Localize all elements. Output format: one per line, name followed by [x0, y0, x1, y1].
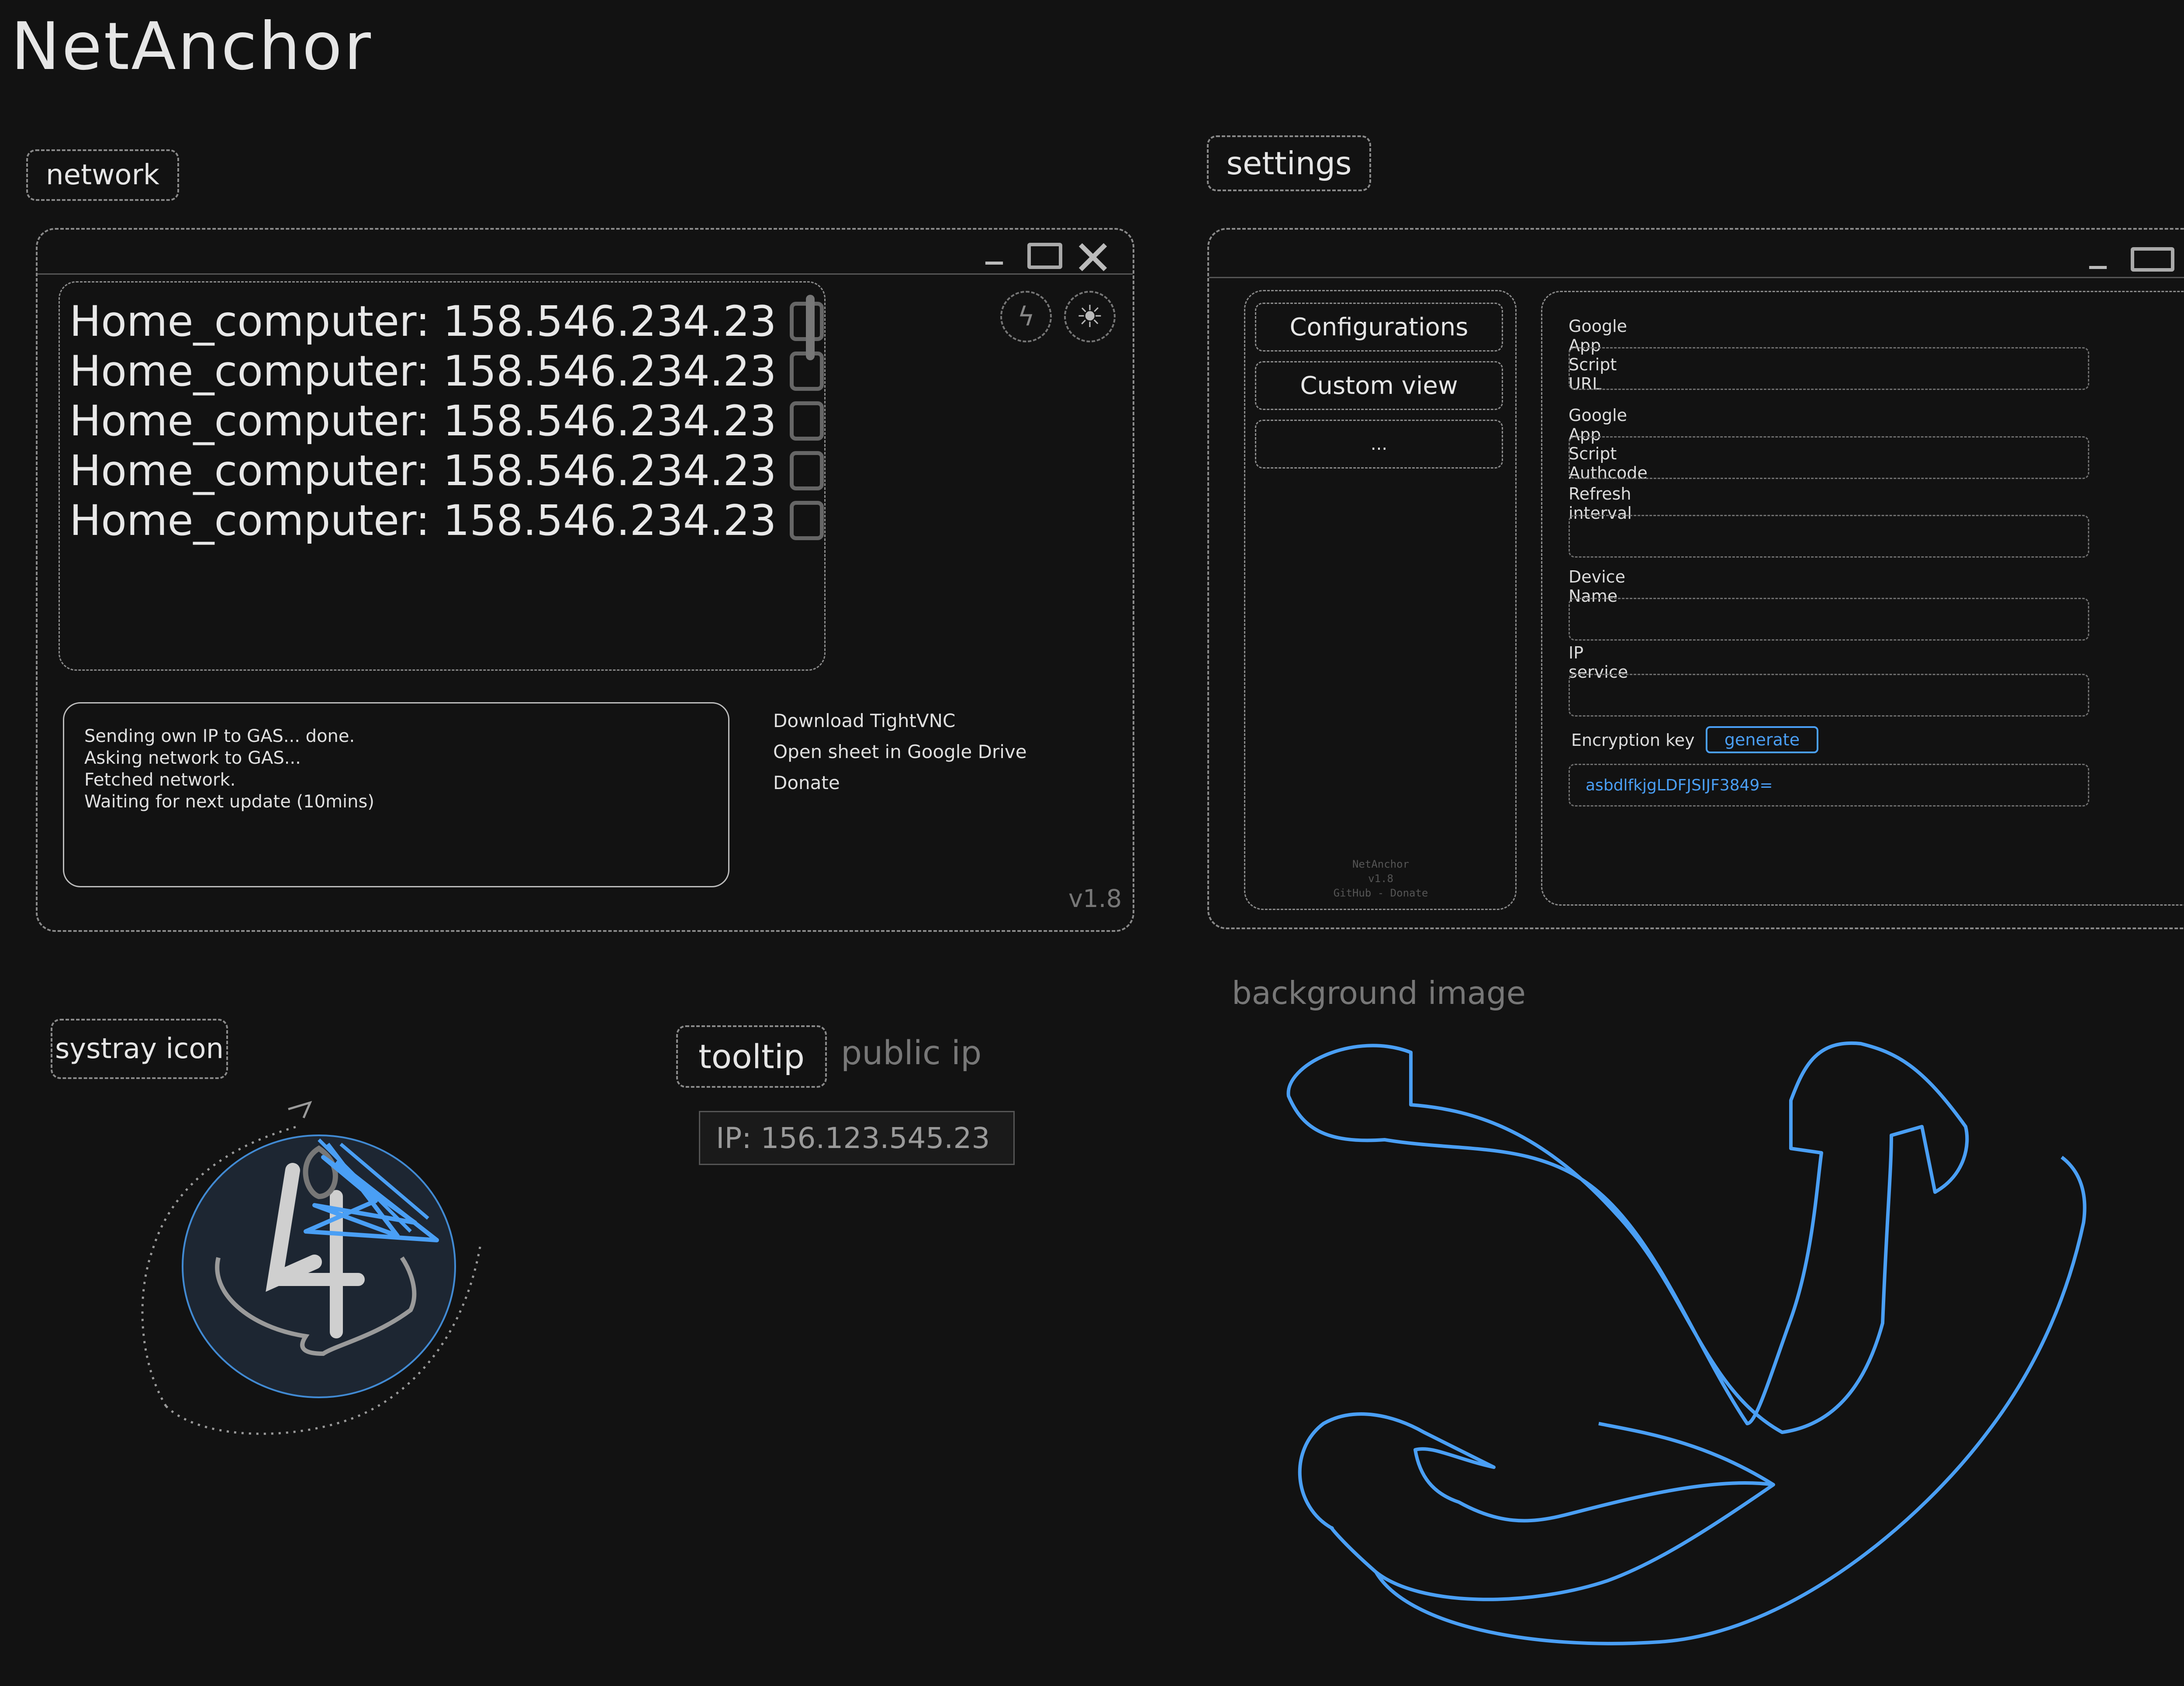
systray-anchor-icon [141, 1101, 482, 1435]
nav-configurations[interactable]: Configurations [1255, 303, 1503, 352]
nav-custom-view[interactable]: Custom view [1255, 361, 1503, 410]
status-log: Sending own IP to GAS... done. Asking net… [63, 702, 729, 887]
refresh-icon[interactable]: ϟ [1000, 291, 1052, 342]
settings-label: settings [1207, 135, 1371, 191]
footer-links[interactable]: GitHub - Donate [1245, 886, 1516, 900]
device-name: Home_computer: [69, 496, 430, 545]
log-lines: Sending own IP to GAS... done. Asking net… [84, 725, 708, 813]
device-name: Home_computer: [69, 446, 430, 495]
tooltip-box: IP: 156.123.545.23 [699, 1111, 1015, 1165]
settings-form: Google App Script URL Google App Script A… [1541, 291, 2184, 906]
app-title: NetAnchor [11, 9, 373, 85]
version-label: v1.8 [1068, 885, 1122, 913]
refresh-interval-field[interactable] [1569, 515, 2089, 558]
settings-window: – ✕ Configurations Custom view ... NetAn… [1207, 228, 2184, 929]
device-name-field[interactable] [1569, 598, 2089, 641]
log-line: Sending own IP to GAS... done. [84, 726, 355, 746]
footer-version: v1.8 [1368, 872, 1393, 885]
systray-label: systray icon [51, 1019, 228, 1079]
background-anchor-image [1286, 1041, 2087, 1645]
open-sheet-link[interactable]: Open sheet in Google Drive [773, 741, 1027, 762]
network-window: – ✕ Home_computer: 158.546.234.23 Home_com… [36, 228, 1134, 932]
device-name: Home_computer: [69, 347, 430, 396]
scrollbar[interactable] [806, 295, 815, 360]
network-row: Home_computer: 158.546.234.23 [69, 396, 824, 446]
background-image-label: background image [1232, 975, 1526, 1011]
network-list: Home_computer: 158.546.234.23 Home_compute… [59, 281, 826, 671]
maximize-icon[interactable] [2131, 247, 2174, 272]
network-label: network [26, 149, 179, 201]
settings-sidebar: Configurations Custom view ... NetAnchor… [1244, 290, 1517, 910]
network-row: Home_computer: 158.546.234.23 [69, 346, 824, 396]
theme-toggle-icon[interactable]: ☀ [1064, 291, 1116, 342]
ip-service-field[interactable] [1569, 674, 2089, 717]
device-ip: 158.546.234.23 [443, 446, 777, 495]
tooltip-note: public ip [841, 1033, 982, 1072]
device-ip: 158.546.234.23 [443, 347, 777, 396]
generate-button[interactable]: generate [1706, 726, 1818, 753]
encryption-key-field[interactable]: asbdlfkjgLDFJSIJF3849= [1569, 764, 2089, 807]
device-ip: 158.546.234.23 [443, 297, 777, 346]
minimize-icon[interactable]: – [2087, 243, 2109, 286]
gas-authcode-field[interactable] [1569, 436, 2089, 479]
log-line: Asking network to GAS... [84, 748, 301, 768]
close-icon[interactable]: ✕ [1073, 234, 1113, 282]
footer-app-name: NetAnchor [1352, 858, 1410, 870]
network-row: Home_computer: 158.546.234.23 [69, 446, 824, 496]
device-name: Home_computer: [69, 297, 430, 346]
log-line: Waiting for next update (10mins) [84, 792, 374, 812]
copy-icon[interactable] [789, 451, 824, 490]
nav-more[interactable]: ... [1255, 420, 1503, 469]
window-header-divider [38, 273, 1133, 275]
network-row: Home_computer: 158.546.234.23 [69, 297, 824, 346]
window-header-divider [1209, 277, 2184, 278]
device-ip: 158.546.234.23 [443, 397, 777, 445]
download-tightvnc-link[interactable]: Download TightVNC [773, 710, 1027, 731]
network-row: Home_computer: 158.546.234.23 [69, 496, 824, 545]
tooltip-label: tooltip [676, 1025, 827, 1088]
network-rows: Home_computer: 158.546.234.23 Home_compute… [69, 297, 824, 545]
device-name: Home_computer: [69, 397, 430, 445]
maximize-icon[interactable] [1027, 243, 1062, 269]
device-ip: 158.546.234.23 [443, 496, 777, 545]
minimize-icon[interactable]: – [983, 238, 1005, 282]
encryption-key-label: Encryption key [1571, 731, 1695, 750]
copy-icon[interactable] [789, 401, 824, 441]
sidebar-footer: NetAnchor v1.8 GitHub - Donate [1245, 857, 1516, 900]
donate-link[interactable]: Donate [773, 772, 1027, 793]
copy-icon[interactable] [789, 501, 824, 540]
network-links: Download TightVNC Open sheet in Google Dr… [773, 710, 1027, 803]
gas-url-field[interactable] [1569, 347, 2089, 390]
log-line: Fetched network. [84, 770, 236, 790]
